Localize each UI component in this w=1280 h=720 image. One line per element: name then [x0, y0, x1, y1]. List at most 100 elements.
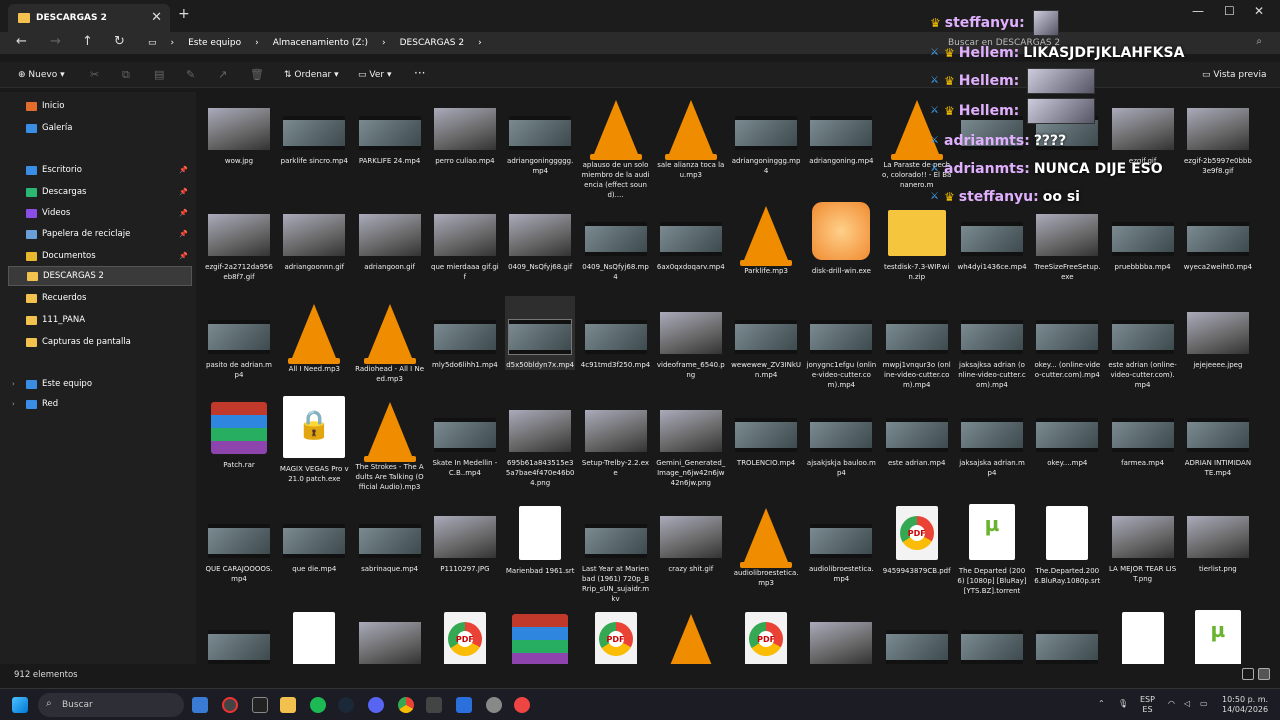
file-item[interactable]: Gemini_Generated_Image_n6jw42n6jw42n6jw.… — [656, 394, 726, 488]
file-item[interactable]: d5x50bldyn7x.mp4 — [505, 296, 576, 370]
file-item[interactable]: perro culiao.mp4 — [430, 92, 500, 166]
forward-button[interactable]: → — [50, 34, 61, 49]
file-item[interactable]: Marienbad 1961.srt — [505, 500, 575, 576]
copy-icon[interactable]: ⧉ — [122, 68, 130, 82]
sidebar-item[interactable]: Escritorio 📌 — [8, 160, 192, 180]
sidebar-item[interactable]: Papelera de reciclaje 📌 — [8, 224, 192, 244]
file-item[interactable]: este adrian (online-video-cutter.com).mp… — [1108, 296, 1178, 390]
file-item[interactable]: µ — [1183, 606, 1253, 664]
file-item[interactable]: µ The Departed (2006) [1080p] [BluRay] [Y… — [957, 500, 1027, 596]
breadcrumb-item[interactable]: Este equipo — [188, 38, 241, 48]
more-options-button[interactable]: ··· — [414, 66, 425, 80]
tab-descargas2[interactable]: DESCARGAS 2 ✕ — [8, 4, 170, 32]
file-item[interactable]: PDF — [430, 606, 500, 664]
file-item[interactable]: que die.mp4 — [279, 500, 349, 574]
breadcrumb-item[interactable]: DESCARGAS 2 — [400, 38, 464, 48]
file-item[interactable]: Parklife.mp3 — [731, 198, 801, 276]
file-item[interactable]: mwpj1vnqur3o (online-video-cutter.com).m… — [882, 296, 952, 390]
spotify-icon[interactable] — [310, 697, 326, 713]
file-item[interactable] — [882, 606, 952, 664]
file-item[interactable]: QUE CARAJOOOOS.mp4 — [204, 500, 274, 584]
file-item[interactable] — [279, 606, 349, 664]
file-item[interactable]: que mierdaaa gif.gif — [430, 198, 500, 282]
file-item[interactable]: jonygnc1efgu (online-video-cutter.com).m… — [806, 296, 876, 390]
file-item[interactable] — [1032, 606, 1102, 664]
sidebar-item[interactable]: Galería — [8, 118, 192, 138]
file-item[interactable]: 0409_NsQfyj68.gif — [505, 198, 575, 272]
preview-pane-button[interactable]: ▭ Vista previa — [1202, 70, 1267, 80]
epic-games-icon[interactable] — [252, 697, 268, 713]
breadcrumb[interactable]: ▭ › Este equipo › Almacenamiento (Z:) › … — [140, 32, 930, 54]
discord-icon[interactable] — [368, 697, 384, 713]
file-item[interactable]: ajsakjskja bauloo.mp4 — [806, 394, 876, 478]
microphone-icon[interactable]: 🎙 — [1118, 699, 1128, 709]
file-item[interactable] — [656, 606, 726, 664]
rename-icon[interactable]: ✎ — [186, 68, 195, 81]
file-item[interactable]: Patch.rar — [204, 394, 274, 470]
new-tab-button[interactable]: + — [178, 6, 190, 22]
volume-icon[interactable]: ◁ — [1184, 699, 1190, 709]
file-item[interactable] — [204, 606, 274, 664]
steam-icon[interactable] — [338, 697, 354, 713]
tiles-view-button[interactable] — [1258, 668, 1270, 680]
file-item[interactable]: TreeSizeFreeSetup.exe — [1032, 198, 1102, 282]
wifi-icon[interactable]: ◠ — [1168, 699, 1175, 709]
file-item[interactable]: jejejeeee.jpeg — [1183, 296, 1253, 370]
file-item[interactable]: jaksajska adrian.mp4 — [957, 394, 1027, 478]
file-item[interactable]: 0409_NsQfyj68.mp4 — [581, 198, 651, 282]
file-item[interactable]: P1110297.JPG — [430, 500, 500, 574]
refresh-button[interactable]: ↻ — [114, 34, 125, 49]
file-item[interactable] — [957, 606, 1027, 664]
file-item[interactable]: TROLENCIO.mp4 — [731, 394, 801, 468]
file-item[interactable]: 🔒 MAGIX VEGAS Pro v21.0 patch.exe — [279, 394, 349, 484]
chrome-icon[interactable] — [398, 697, 414, 713]
sidebar-item[interactable]: DESCARGAS 2 — [8, 266, 192, 286]
new-button[interactable]: ⊕ Nuevo ▾ — [18, 70, 65, 80]
file-item[interactable]: adriangoning.mp4 — [806, 92, 876, 166]
widgets-icon[interactable] — [192, 697, 208, 713]
chevron-right-icon[interactable]: › — [12, 380, 15, 388]
maximize-button[interactable]: ☐ — [1224, 4, 1235, 18]
file-item[interactable]: The Strokes - The Adults Are Talking (Of… — [355, 394, 425, 492]
file-item[interactable]: Skate In Medellin - C.B..mp4 — [430, 394, 500, 478]
file-item[interactable]: audiolibroestetica.mp3 — [731, 500, 801, 588]
start-button[interactable] — [12, 697, 28, 713]
file-item[interactable]: ADRIAN INTIMIDANTE.mp4 — [1183, 394, 1253, 478]
file-item[interactable]: videoframe_6540.png — [656, 296, 726, 380]
sidebar-item[interactable]: Descargas 📌 — [8, 182, 192, 202]
breadcrumb-item[interactable]: Almacenamiento (Z:) — [273, 38, 368, 48]
file-item[interactable]: farmea.mp4 — [1108, 394, 1178, 468]
details-view-button[interactable] — [1242, 668, 1254, 680]
file-item[interactable]: Radiohead - All I Need.mp3 — [355, 296, 425, 384]
file-item[interactable]: parklife sincro.mp4 — [279, 92, 349, 166]
file-item[interactable] — [355, 606, 425, 664]
cut-icon[interactable]: ✂ — [90, 68, 99, 81]
view-button[interactable]: ▭ Ver ▾ — [358, 70, 391, 80]
settings-icon[interactable] — [486, 697, 502, 713]
file-item[interactable]: PDF — [731, 606, 801, 664]
app-icon[interactable] — [222, 697, 238, 713]
share-icon[interactable]: ↗ — [218, 68, 227, 81]
file-item[interactable]: wow.jpg — [204, 92, 274, 166]
sidebar-item[interactable]: › Este equipo — [8, 374, 192, 394]
file-item[interactable] — [1108, 606, 1178, 664]
file-item[interactable]: PDF — [581, 606, 651, 664]
sidebar-item[interactable]: Recuerdos — [8, 288, 192, 308]
up-button[interactable]: ↑ — [82, 34, 93, 49]
file-item[interactable] — [806, 606, 876, 664]
app-icon[interactable] — [514, 697, 530, 713]
file-item[interactable]: pasito de adrian.mp4 — [204, 296, 274, 380]
file-item[interactable]: testdisk-7.3-WIP.win.zip — [882, 198, 952, 282]
back-button[interactable]: ← — [16, 34, 27, 49]
app-icon[interactable] — [426, 697, 442, 713]
chevron-right-icon[interactable]: › — [12, 400, 15, 408]
chevron-up-icon[interactable]: ⌃ — [1098, 699, 1105, 709]
app-icon[interactable] — [456, 697, 472, 713]
file-item[interactable]: PARKLIFE 24.mp4 — [355, 92, 425, 166]
file-item[interactable]: 6ax0qxdoqarv.mp4 — [656, 198, 726, 272]
file-item[interactable]: adriangoon.gif — [355, 198, 425, 272]
file-item[interactable]: Setup-Trelby-2.2.exe — [581, 394, 651, 478]
file-item[interactable]: crazy shit.gif — [656, 500, 726, 574]
file-item[interactable]: ezgif-2a2712da956eb8f7.gif — [204, 198, 274, 282]
file-item[interactable]: The.Departed.2006.BluRay.1080p.srt — [1032, 500, 1102, 586]
